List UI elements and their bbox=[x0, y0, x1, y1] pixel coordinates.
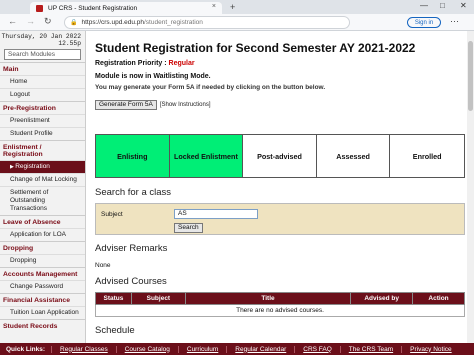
reload-icon[interactable]: ↻ bbox=[44, 16, 52, 27]
sidebar-section-loa: Leave of Absence bbox=[0, 215, 85, 228]
forward-icon[interactable]: → bbox=[26, 16, 35, 26]
clock: Thursday, 20 Jan 2022 12.55p bbox=[0, 31, 85, 47]
sidebar-section-main: Main bbox=[0, 62, 85, 75]
close-icon[interactable]: ✕ bbox=[460, 1, 467, 10]
tab-title: UP CRS - Student Registration bbox=[48, 4, 138, 12]
search-class-form: Subject AS Search bbox=[95, 203, 465, 235]
sidebar-section-enlistment: Enlistment / Registration bbox=[0, 140, 85, 160]
footer-link-crs-team[interactable]: The CRS Team bbox=[339, 345, 401, 353]
col-action: Action bbox=[412, 292, 465, 305]
sidebar-item-preenlistment[interactable]: Preenlistment bbox=[0, 114, 85, 127]
sidebar-item-dropping[interactable]: Dropping bbox=[0, 254, 85, 267]
step-enrolled: Enrolled bbox=[390, 135, 464, 177]
page-scrollbar[interactable] bbox=[467, 31, 474, 343]
registration-progress: Enlisting Locked Enlistment Post-advised… bbox=[95, 134, 465, 178]
sidebar-section-financial: Financial Assistance bbox=[0, 293, 85, 306]
page-title: Student Registration for Second Semester… bbox=[95, 41, 416, 55]
sidebar-item-student-profile[interactable]: Student Profile bbox=[0, 127, 85, 140]
back-icon[interactable]: ← bbox=[8, 16, 17, 26]
advised-courses-table: Status Subject Title Advised by Action T… bbox=[95, 292, 465, 317]
sidebar-item-logout[interactable]: Logout bbox=[0, 88, 85, 101]
url-path: /student_registration bbox=[144, 19, 203, 26]
show-instructions-link[interactable]: [Show Instructions] bbox=[160, 102, 211, 108]
col-title: Title bbox=[184, 292, 352, 305]
advised-courses-heading: Advised Courses bbox=[95, 276, 167, 287]
sidebar-item-settlement[interactable]: Settlement of Outstanding Transactions bbox=[0, 186, 85, 215]
time-line: 12.55p bbox=[58, 40, 81, 47]
footer-link-privacy-notice[interactable]: Privacy Notice bbox=[401, 345, 460, 353]
generate-row: Generate Form 5A [Show Instructions] bbox=[95, 100, 467, 110]
address-bar: ← → ↻ 🔒 https://crs.upd.edu.ph/student_r… bbox=[0, 14, 474, 31]
search-button[interactable]: Search bbox=[174, 223, 203, 233]
sidebar-item-application-loa[interactable]: Application for LOA bbox=[0, 228, 85, 241]
sidebar-section-accounts: Accounts Management bbox=[0, 267, 85, 280]
adviser-remarks-heading: Adviser Remarks bbox=[95, 243, 168, 254]
sidebar-item-change-mat-locking[interactable]: Change of Mat Locking bbox=[0, 173, 85, 186]
quick-links-footer: Quick Links: Regular Classes Course Cata… bbox=[0, 343, 474, 355]
url-domain: https://crs.upd.edu.ph bbox=[81, 19, 144, 26]
footer-link-crs-faq[interactable]: CRS FAQ bbox=[294, 345, 340, 353]
sidebar-section-dropping: Dropping bbox=[0, 241, 85, 254]
browser-tab[interactable]: UP CRS - Student Registration × bbox=[30, 2, 222, 14]
browser-tab-bar: UP CRS - Student Registration × + — □ ✕ bbox=[0, 0, 474, 14]
quick-links-label: Quick Links: bbox=[6, 345, 46, 353]
sidebar-item-tuition-loan[interactable]: Tuition Loan Application bbox=[0, 306, 85, 319]
date-line: Thursday, 20 Jan 2022 bbox=[1, 33, 81, 40]
col-advised-by: Advised by bbox=[350, 292, 414, 305]
priority-label: Registration Priority : bbox=[95, 60, 167, 67]
registration-priority: Registration Priority : Regular bbox=[95, 60, 467, 67]
main-content: Student Registration for Second Semester… bbox=[95, 31, 467, 343]
schedule-heading: Schedule bbox=[95, 325, 135, 336]
sidebar-item-change-password[interactable]: Change Password bbox=[0, 280, 85, 293]
col-subject: Subject bbox=[130, 292, 186, 305]
scrollbar-thumb[interactable] bbox=[468, 41, 473, 111]
subject-input[interactable]: AS bbox=[174, 209, 258, 219]
tab-close-icon[interactable]: × bbox=[212, 3, 216, 10]
sidebar-item-home[interactable]: Home bbox=[0, 75, 85, 88]
priority-value: Regular bbox=[168, 60, 195, 67]
maximize-icon[interactable]: □ bbox=[440, 1, 445, 10]
lock-icon: 🔒 bbox=[70, 20, 78, 26]
sidebar-item-registration[interactable]: Registration bbox=[0, 160, 85, 173]
search-modules-input[interactable]: Search Modules bbox=[4, 49, 81, 60]
sidebar: Thursday, 20 Jan 2022 12.55p Search Modu… bbox=[0, 31, 86, 343]
footer-link-regular-classes[interactable]: Regular Classes bbox=[51, 345, 116, 353]
col-status: Status bbox=[95, 292, 132, 305]
sidebar-section-student-records: Student Records bbox=[0, 319, 85, 332]
adviser-remarks-text: None bbox=[95, 262, 111, 269]
generate-form5a-button[interactable]: Generate Form 5A bbox=[95, 100, 157, 110]
waitlist-notice: Module is now in Waitlisting Mode. bbox=[95, 73, 211, 80]
sidebar-section-pre-registration: Pre-Registration bbox=[0, 101, 85, 114]
step-post-advised: Post-advised bbox=[243, 135, 317, 177]
footer-link-regular-calendar[interactable]: Regular Calendar bbox=[226, 345, 294, 353]
footer-link-curriculum[interactable]: Curriculum bbox=[177, 345, 226, 353]
table-header-row: Status Subject Title Advised by Action bbox=[95, 292, 465, 305]
footer-link-course-catalog[interactable]: Course Catalog bbox=[115, 345, 178, 353]
sign-in-button[interactable]: Sign in bbox=[407, 17, 441, 28]
minimize-icon[interactable]: — bbox=[420, 1, 428, 10]
form5a-notice: You may generate your Form 5A if needed … bbox=[95, 84, 326, 91]
subject-label: Subject bbox=[101, 211, 123, 218]
step-enlisting: Enlisting bbox=[96, 135, 170, 177]
up-favicon-icon bbox=[36, 4, 43, 12]
table-row: There are no advised courses. bbox=[95, 304, 465, 317]
search-class-heading: Search for a class bbox=[95, 187, 172, 198]
more-icon[interactable]: ⋯ bbox=[450, 16, 459, 27]
step-assessed: Assessed bbox=[316, 135, 391, 177]
url-field[interactable]: 🔒 https://crs.upd.edu.ph/student_registr… bbox=[64, 16, 350, 29]
new-tab-button[interactable]: + bbox=[230, 2, 235, 12]
table-empty-message: There are no advised courses. bbox=[95, 304, 465, 317]
step-locked-enlistment: Locked Enlistment bbox=[169, 135, 244, 177]
